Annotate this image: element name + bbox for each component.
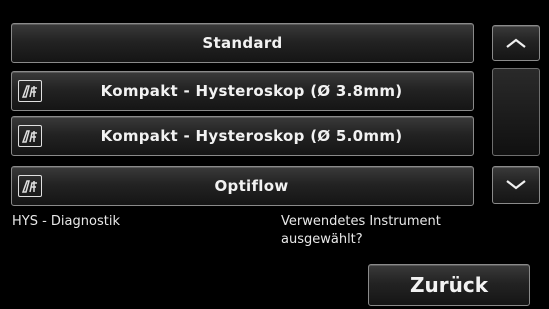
mode-label: HYS - Diagnostik xyxy=(12,214,120,229)
procedure-icon xyxy=(18,80,42,102)
option-kompakt-38-button[interactable]: Kompakt - Hysteroskop (Ø 3.8mm) xyxy=(11,71,474,111)
scroll-up-button[interactable] xyxy=(492,25,540,61)
scrollbar-track[interactable] xyxy=(492,68,540,156)
prompt-line-2: ausgewählt? xyxy=(281,232,363,247)
procedure-icon xyxy=(18,125,42,147)
option-label: Standard xyxy=(202,34,283,52)
option-standard-button[interactable]: Standard xyxy=(11,23,474,63)
option-label: Optiflow xyxy=(214,177,289,195)
prompt-line-1: Verwendetes Instrument xyxy=(281,214,441,229)
option-optiflow-button[interactable]: Optiflow xyxy=(11,166,474,206)
instrument-prompt: Verwendetes Instrument ausgewählt? xyxy=(281,213,441,249)
scroll-down-button[interactable] xyxy=(492,166,540,204)
chevron-down-icon xyxy=(506,180,526,190)
option-label: Kompakt - Hysteroskop (Ø 5.0mm) xyxy=(100,127,403,145)
procedure-icon xyxy=(18,175,42,197)
option-label: Kompakt - Hysteroskop (Ø 3.8mm) xyxy=(100,82,403,100)
option-kompakt-50-button[interactable]: Kompakt - Hysteroskop (Ø 5.0mm) xyxy=(11,116,474,156)
back-button-label: Zurück xyxy=(410,273,488,297)
chevron-up-icon xyxy=(506,38,526,48)
device-screen: Standard Kompakt - Hysteroskop (Ø 3.8mm)… xyxy=(0,0,549,309)
back-button[interactable]: Zurück xyxy=(368,264,530,306)
